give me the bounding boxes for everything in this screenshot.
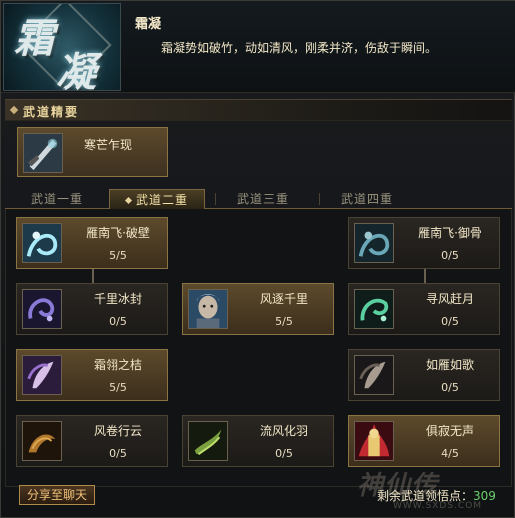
skill-rank: 4/5 bbox=[441, 447, 459, 460]
skill-card[interactable]: 寻风赶月 0/5 bbox=[348, 283, 500, 335]
skill-name: 雁南飞·破壁 bbox=[86, 226, 150, 240]
golden-wind-icon bbox=[22, 421, 62, 461]
skill-name: 风卷行云 bbox=[93, 424, 142, 438]
section-header: 武道精要 bbox=[5, 99, 512, 121]
skill-rank: 0/5 bbox=[441, 249, 459, 262]
tab-tier-3[interactable]: 武道三重 bbox=[215, 189, 311, 209]
skill-card[interactable]: 如雁如歌 0/5 bbox=[348, 349, 500, 401]
tree-connector bbox=[92, 269, 94, 283]
skill-name: 霜翎之桔 bbox=[93, 358, 142, 372]
skill-card[interactable]: 雁南飞·破壁 5/5 bbox=[16, 217, 168, 269]
core-skill-name: 寒芒乍现 bbox=[84, 138, 133, 152]
tab-tier-2[interactable]: 武道二重 bbox=[109, 189, 205, 209]
swirl-cyan-icon bbox=[22, 223, 62, 263]
skill-name: 寻风赶月 bbox=[425, 292, 474, 306]
remaining-points-label: 剩余武道领悟点： bbox=[377, 489, 474, 503]
remaining-points-value: 309 bbox=[473, 489, 496, 503]
skill-rank: 0/5 bbox=[109, 447, 127, 460]
purple-feather-icon bbox=[22, 355, 62, 395]
skill-rank: 0/5 bbox=[109, 315, 127, 328]
tab-tier-1[interactable]: 武道一重 bbox=[9, 189, 105, 209]
tab-label: 武道一重 bbox=[30, 192, 83, 206]
tier-tabs: 武道一重 武道二重 武道三重 武道四重 bbox=[5, 187, 512, 209]
green-wind-icon bbox=[188, 421, 228, 461]
skill-rank: 0/5 bbox=[441, 315, 459, 328]
logo-glyph: 霜 bbox=[14, 15, 54, 62]
skill-tree: 雁南飞·破壁 5/5 雁南飞·御骨 0/5 千里冰封 0/5 风逐千里 5/5 … bbox=[5, 209, 512, 487]
skill-card[interactable]: 风逐千里 5/5 bbox=[182, 283, 334, 335]
skill-header: 霜 凝 霜凝 霜凝势如破竹，动如清风，刚柔并济，伤敌于瞬间。 bbox=[1, 1, 515, 93]
diamond-icon bbox=[124, 196, 133, 205]
swirl-cyan-icon bbox=[354, 223, 394, 263]
tab-label: 武道四重 bbox=[340, 192, 393, 206]
logo-glyph: 凝 bbox=[56, 49, 96, 91]
skill-card[interactable]: 流风化羽 0/5 bbox=[182, 415, 334, 467]
skill-card[interactable]: 俱寂无声 4/5 bbox=[348, 415, 500, 467]
skill-name: 流风化羽 bbox=[259, 424, 308, 438]
skill-rank: 5/5 bbox=[275, 315, 293, 328]
skill-rank: 5/5 bbox=[109, 381, 127, 394]
skill-card[interactable]: 风卷行云 0/5 bbox=[16, 415, 168, 467]
blade-icon bbox=[23, 133, 63, 173]
green-swirl-icon bbox=[354, 289, 394, 329]
share-to-chat-button[interactable]: 分享至聊天 bbox=[19, 485, 95, 505]
diamond-icon bbox=[9, 105, 19, 115]
fire-mage-icon bbox=[354, 421, 394, 461]
skill-name: 风逐千里 bbox=[259, 292, 308, 306]
tree-connector bbox=[424, 269, 426, 283]
section-title: 武道精要 bbox=[23, 105, 80, 119]
skill-logo: 霜 凝 bbox=[3, 3, 121, 91]
tab-label: 武道三重 bbox=[236, 192, 289, 206]
core-skill-card[interactable]: 寒芒乍现 bbox=[17, 127, 168, 177]
skill-name: 俱寂无声 bbox=[425, 424, 474, 438]
skill-description: 霜凝势如破竹，动如清风，刚柔并济，伤敌于瞬间。 bbox=[161, 41, 438, 55]
remaining-points: 剩余武道领悟点：309 bbox=[377, 487, 496, 504]
skill-card[interactable]: 雁南飞·御骨 0/5 bbox=[348, 217, 500, 269]
skill-name: 雁南飞·御骨 bbox=[418, 226, 482, 240]
skill-name: 如雁如歌 bbox=[425, 358, 474, 372]
skill-name: 千里冰封 bbox=[93, 292, 142, 306]
portrait-icon bbox=[188, 289, 228, 329]
skill-rank: 0/5 bbox=[275, 447, 293, 460]
purple-swirl-icon bbox=[22, 289, 62, 329]
skill-title: 霜凝 bbox=[135, 17, 162, 32]
feather-icon bbox=[354, 355, 394, 395]
tab-label: 武道二重 bbox=[135, 193, 188, 207]
skill-card[interactable]: 千里冰封 0/5 bbox=[16, 283, 168, 335]
talent-window: 霜 凝 霜凝 霜凝势如破竹，动如清风，刚柔并济，伤敌于瞬间。 武道精要 寒芒乍现… bbox=[0, 0, 515, 518]
skill-rank: 5/5 bbox=[109, 249, 127, 262]
tab-tier-4[interactable]: 武道四重 bbox=[319, 189, 415, 209]
skill-rank: 0/5 bbox=[441, 381, 459, 394]
skill-card[interactable]: 霜翎之桔 5/5 bbox=[16, 349, 168, 401]
